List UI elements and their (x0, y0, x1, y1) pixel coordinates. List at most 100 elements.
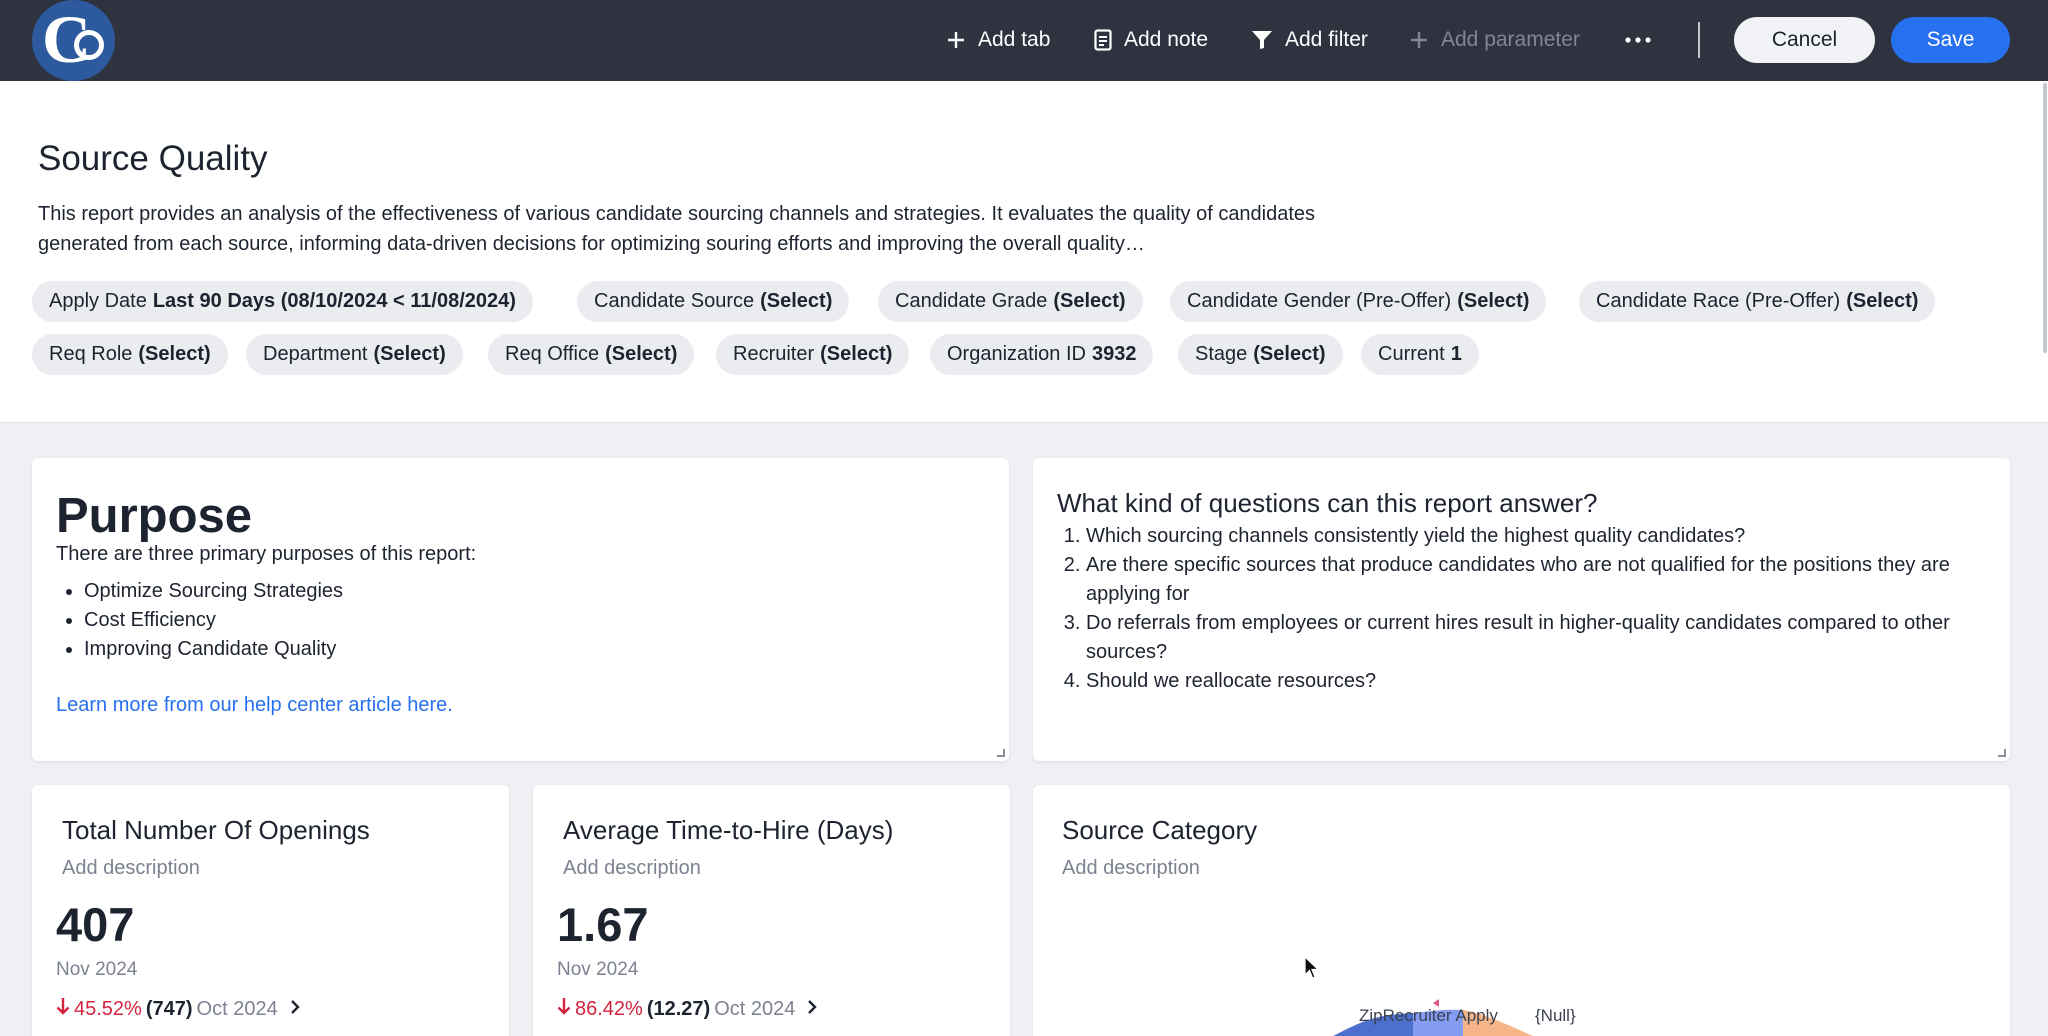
toolbar-divider (1698, 22, 1700, 58)
chip-value: (Select) (1457, 290, 1530, 312)
kpi-period: Nov 2024 (557, 959, 639, 980)
kpi-card-time-to-hire[interactable]: Average Time-to-Hire (Days) Add descript… (533, 785, 1010, 1036)
filter-chip-stage[interactable]: Stage (Select) (1178, 334, 1343, 375)
filter-chip-req-office[interactable]: Req Office (Select) (488, 334, 695, 375)
purpose-intro: There are three primary purposes of this… (56, 543, 477, 565)
chip-value: (Select) (605, 343, 678, 365)
kpi-description[interactable]: Add description (563, 857, 701, 880)
logo-ring (74, 30, 104, 60)
chip-label: Apply Date (49, 290, 147, 312)
chip-label: Candidate Race (Pre-Offer) (1596, 290, 1841, 312)
chip-label: Organization ID (947, 343, 1086, 365)
top-toolbar: C Add tab Add note Add filter Add parame… (0, 0, 2048, 81)
add-note-button[interactable]: Add note (1094, 20, 1208, 60)
kpi-title: Total Number Of Openings (62, 815, 370, 845)
filter-chip-organization-id[interactable]: Organization ID 3932 (930, 334, 1154, 375)
questions-list: Which sourcing channels consistently yie… (1086, 522, 1996, 696)
kpi-comparison[interactable]: 86.42% (12.27) Oct 2024 (557, 997, 818, 1021)
sankey-flows (1333, 999, 1533, 1036)
plus-icon (946, 30, 966, 50)
chip-label: Current (1378, 343, 1445, 365)
chip-value: 3932 (1091, 343, 1137, 365)
chip-label: Stage (1195, 343, 1248, 365)
sankey-chart[interactable]: ZipRecruiter Apply {Null} (1033, 785, 2010, 1036)
page-scrollbar[interactable] (2043, 83, 2047, 353)
add-note-label: Add note (1124, 28, 1209, 51)
kpi-card-total-openings[interactable]: Total Number Of Openings Add description… (32, 785, 509, 1036)
filter-chip-current[interactable]: Current 1 (1361, 334, 1479, 375)
list-item: Should we reallocate resources? (1086, 667, 1996, 696)
filter-chip-req-role[interactable]: Req Role (Select) (32, 334, 228, 375)
kpi-title: Average Time-to-Hire (Days) (563, 815, 894, 845)
down-arrow-icon (557, 997, 571, 1021)
source-category-card[interactable]: Source Category Add description ZipRecru… (1033, 785, 2010, 1036)
list-item: Improving Candidate Quality (84, 635, 343, 664)
filter-chip-department[interactable]: Department (Select) (246, 334, 463, 375)
chip-label: Candidate Source (594, 290, 755, 312)
purpose-title: Purpose (56, 489, 253, 543)
filter-chip-apply-date[interactable]: Apply Date Last 90 Days (08/10/2024 < 11/… (32, 281, 533, 322)
report-header: Source Quality This report provides an a… (0, 81, 2048, 423)
chevron-right-icon[interactable] (807, 998, 818, 1021)
chevron-right-icon[interactable] (290, 998, 300, 1021)
filter-chip-candidate-race[interactable]: Candidate Race (Pre-Offer) (Select) (1579, 281, 1936, 322)
page-title[interactable]: Source Quality (38, 139, 268, 179)
app-logo[interactable]: C (32, 0, 115, 81)
kpi-change: 86.42% (575, 997, 643, 1020)
sankey-label: ZipRecruiter Apply (1359, 1006, 1498, 1025)
add-parameter-label: Add parameter (1441, 28, 1580, 51)
chip-value: (Select) (1846, 290, 1919, 312)
kpi-description[interactable]: Add description (62, 857, 200, 880)
questions-card[interactable]: What kind of questions can this report a… (1033, 458, 2010, 761)
add-tab-label: Add tab (978, 28, 1051, 51)
kpi-value: 1.67 (557, 898, 649, 951)
kpi-value: 407 (56, 898, 135, 951)
cancel-button[interactable]: Cancel (1734, 17, 1875, 63)
filter-chip-candidate-gender[interactable]: Candidate Gender (Pre-Offer) (Select) (1170, 281, 1547, 322)
chip-value: (Select) (138, 343, 211, 365)
kpi-period: Nov 2024 (56, 959, 138, 980)
kpi-previous-period: Oct 2024 (196, 997, 278, 1020)
chip-label: Department (263, 343, 368, 365)
kpi-change: 45.52% (74, 997, 142, 1020)
chip-label: Req Office (505, 343, 600, 365)
help-center-link[interactable]: Learn more from our help center article … (56, 694, 453, 717)
chip-value: 1 (1450, 343, 1462, 365)
add-filter-label: Add filter (1285, 28, 1368, 51)
resize-handle[interactable] (997, 749, 1005, 757)
chip-value: (Select) (373, 343, 446, 365)
note-icon (1094, 29, 1112, 51)
list-item: Optimize Sourcing Strategies (84, 577, 343, 606)
resize-handle[interactable] (1998, 749, 2006, 757)
more-icon (1624, 36, 1652, 44)
chip-label: Req Role (49, 343, 133, 365)
chip-value: (Select) (1053, 290, 1126, 312)
kpi-previous-period: Oct 2024 (714, 997, 796, 1020)
filter-chip-candidate-grade[interactable]: Candidate Grade (Select) (878, 281, 1143, 322)
add-parameter-button[interactable]: Add parameter (1409, 20, 1580, 60)
cursor-icon (1304, 955, 1320, 985)
add-filter-button[interactable]: Add filter (1251, 20, 1368, 60)
chip-label: Candidate Gender (Pre-Offer) (1187, 290, 1452, 312)
purpose-card[interactable]: Purpose There are three primary purposes… (32, 458, 1009, 761)
chip-value: (Select) (1253, 343, 1326, 365)
list-item: Which sourcing channels consistently yie… (1086, 522, 1996, 551)
save-button[interactable]: Save (1891, 17, 2010, 63)
chip-value: (Select) (760, 290, 833, 312)
questions-title: What kind of questions can this report a… (1057, 488, 1598, 518)
more-options-button[interactable] (1624, 20, 1652, 60)
plus-icon (1409, 30, 1429, 50)
report-description[interactable]: This report provides an analysis of the … (38, 199, 1378, 259)
filter-chip-recruiter[interactable]: Recruiter (Select) (716, 334, 910, 375)
add-tab-button[interactable]: Add tab (946, 20, 1050, 60)
kpi-comparison[interactable]: 45.52% (747) Oct 2024 (56, 997, 300, 1021)
filter-icon (1251, 30, 1273, 50)
filter-chip-candidate-source[interactable]: Candidate Source (Select) (577, 281, 850, 322)
list-item: Are there specific sources that produce … (1086, 551, 1996, 609)
chip-value: Last 90 Days (08/10/2024 < 11/08/2024) (152, 290, 516, 312)
chip-value: (Select) (820, 343, 893, 365)
sankey-label: {Null} (1535, 1006, 1576, 1025)
kpi-previous-value: (12.27) (646, 997, 711, 1020)
kpi-previous-value: (747) (145, 997, 193, 1020)
down-arrow-icon (56, 997, 70, 1021)
